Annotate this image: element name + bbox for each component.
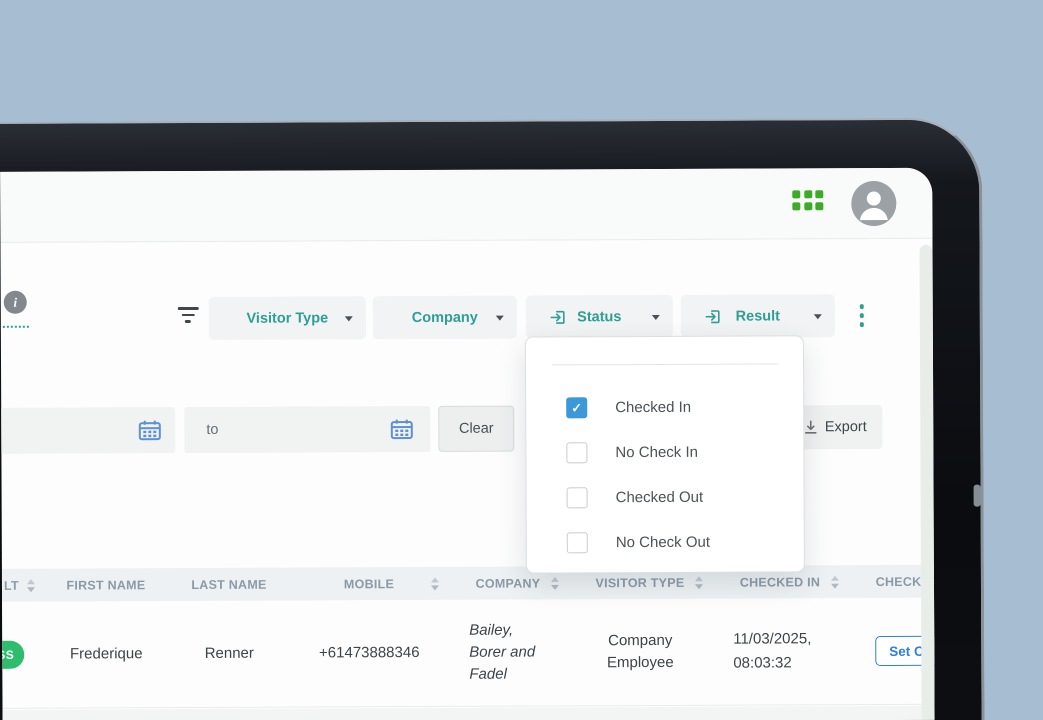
company-filter-dropdown[interactable]: Company	[373, 296, 517, 340]
mobile-cell: +61473888346	[290, 600, 448, 707]
option-no-check-out[interactable]: No Check Out	[567, 532, 710, 554]
company-cell: Bailey, Borer and Fadel	[448, 599, 568, 706]
more-menu-icon[interactable]	[856, 302, 868, 329]
result-filter-label: Result	[736, 308, 780, 324]
visitor-type-filter-label: Visitor Type	[246, 310, 328, 326]
vertical-scrollbar[interactable]	[920, 245, 935, 720]
sort-icon[interactable]	[431, 577, 440, 590]
checked-in-value: 11/03/2025, 08:03:32	[733, 627, 827, 675]
company-name: Bailey, Borer and Fadel	[469, 619, 547, 685]
download-icon	[804, 420, 817, 434]
sign-in-icon	[705, 308, 722, 325]
checkbox-checked-icon[interactable]	[566, 397, 587, 418]
option-label: Checked In	[615, 399, 691, 416]
tooltip-dotted-underline	[0, 325, 29, 328]
column-header-first-name[interactable]: FIRST NAME	[44, 568, 168, 602]
status-option-list: Checked In No Check In Checked Out No Ch…	[566, 397, 710, 578]
column-header-mobile[interactable]: MOBILE	[290, 567, 448, 601]
top-nav-bar	[0, 168, 932, 243]
column-label: VISITOR TYPE	[595, 575, 684, 589]
checkbox-unchecked-icon[interactable]	[567, 532, 588, 553]
clear-button-label: Clear	[459, 421, 494, 437]
result-filter-dropdown[interactable]: Result	[681, 294, 835, 338]
sort-icon[interactable]	[831, 575, 840, 588]
checked-in-cell: 11/03/2025, 08:03:32	[712, 598, 848, 705]
sort-icon[interactable]	[551, 576, 560, 589]
checkbox-unchecked-icon[interactable]	[567, 487, 588, 508]
column-header-last-name[interactable]: LAST NAME	[168, 568, 290, 602]
date-to-input[interactable]: to	[184, 406, 430, 453]
option-label: No Check Out	[616, 534, 710, 551]
export-button-label: Export	[825, 419, 867, 435]
chevron-down-icon	[652, 314, 660, 319]
option-checked-out[interactable]: Checked Out	[567, 487, 710, 509]
chevron-down-icon	[814, 314, 822, 319]
column-label: LAST NAME	[191, 577, 266, 591]
result-cell: SS	[2, 602, 44, 708]
column-label: CHECKED IN	[740, 575, 820, 589]
last-name-cell: Renner	[168, 601, 290, 708]
apps-grid-icon[interactable]	[792, 190, 823, 210]
company-filter-label: Company	[412, 309, 478, 325]
monitor-device: i Visitor Type Company Status	[0, 0, 1043, 720]
option-checked-in[interactable]: Checked In	[566, 397, 709, 419]
status-badge: SS	[0, 641, 24, 669]
column-label: LT	[4, 578, 19, 592]
column-header-result[interactable]: LT	[2, 569, 44, 602]
column-label: COMPANY	[476, 576, 541, 590]
chevron-down-icon	[496, 315, 504, 320]
first-name-cell: Frederique	[44, 601, 168, 708]
date-to-label: to	[206, 422, 218, 438]
app-screen: i Visitor Type Company Status	[0, 168, 934, 720]
chevron-down-icon	[345, 316, 353, 321]
status-filter-panel: Checked In No Check In Checked Out No Ch…	[525, 335, 805, 573]
filter-icon[interactable]	[177, 307, 199, 323]
visitor-type-value: Company Employee	[597, 630, 683, 674]
date-from-input[interactable]	[0, 407, 175, 454]
user-avatar-icon	[851, 181, 896, 226]
monitor-power-button	[974, 485, 981, 507]
calendar-icon	[390, 419, 413, 440]
option-label: Checked Out	[616, 489, 704, 506]
info-icon[interactable]: i	[4, 291, 27, 314]
checkbox-unchecked-icon[interactable]	[566, 442, 587, 463]
photo-background: i Visitor Type Company Status	[0, 0, 1043, 720]
visitor-type-cell: Company Employee	[568, 599, 712, 706]
status-filter-dropdown[interactable]: Status	[526, 295, 673, 339]
option-label: No Check In	[615, 444, 698, 461]
column-label: FIRST NAME	[66, 578, 145, 592]
visitor-type-filter-dropdown[interactable]: Visitor Type	[209, 296, 366, 340]
status-filter-label: Status	[577, 309, 621, 325]
table-row[interactable]: SS Frederique Renner +61473888346 Bailey…	[2, 598, 935, 709]
sort-icon[interactable]	[27, 579, 36, 592]
option-no-check-in[interactable]: No Check In	[566, 442, 709, 464]
clear-button[interactable]: Clear	[438, 406, 514, 452]
sort-icon[interactable]	[695, 576, 704, 589]
user-avatar[interactable]	[851, 181, 896, 226]
sign-in-icon	[550, 308, 567, 325]
column-label: MOBILE	[344, 577, 394, 591]
panel-divider	[552, 363, 778, 365]
calendar-icon	[138, 420, 161, 441]
